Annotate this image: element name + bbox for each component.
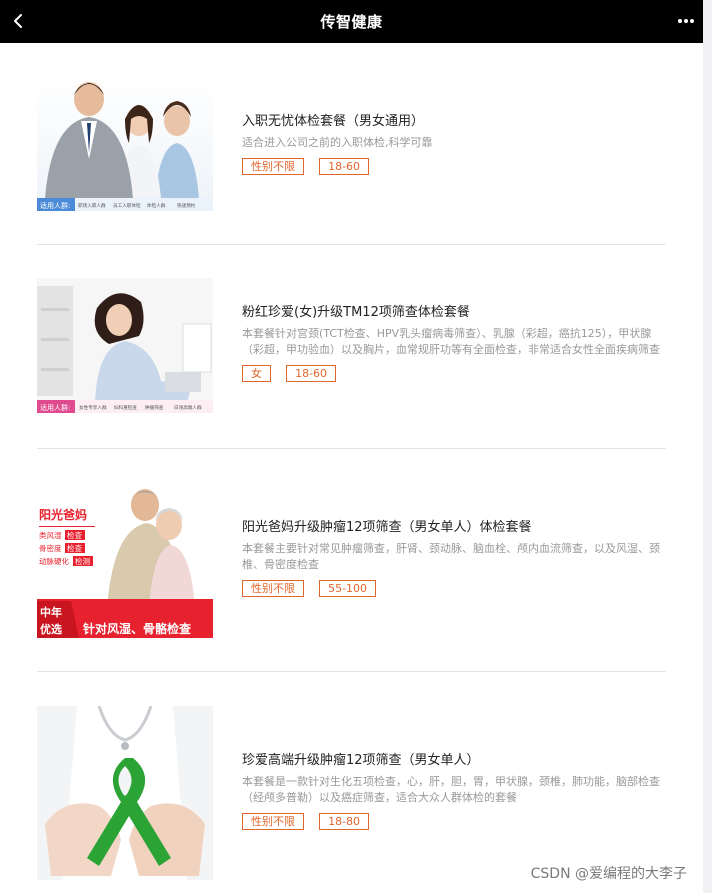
svg-text:女性专享人群: 女性专享人群 — [79, 404, 107, 411]
age-tag: 55-100 — [319, 580, 377, 597]
package-item[interactable]: 珍爱高端升级肿瘤12项筛查（男女单人） 本套餐是一款针对生化五项检查，心，肝，胆… — [37, 706, 666, 880]
package-desc: 本套餐主要针对常见肿瘤筛查，肝肾、颈动脉、脑血栓、颅内血流筛查，以及风湿、颈椎、… — [242, 542, 660, 571]
age-tag: 18-60 — [319, 158, 370, 175]
svg-text:检测: 检测 — [75, 556, 90, 566]
package-info: 阳光爸妈升级肿瘤12项筛查（男女单人）体检套餐 本套餐主要针对常见肿瘤筛查，肝肾… — [242, 519, 666, 598]
package-image: 阳光爸妈 类风湿 检查 骨密度 检查 动脉硬化 检测 中年 优选 针对风湿、骨骼… — [37, 483, 213, 638]
more-dots-icon[interactable] — [677, 15, 695, 27]
divider — [37, 244, 666, 245]
package-name: 阳光爸妈升级肿瘤12项筛查（男女单人）体检套餐 — [242, 520, 532, 535]
package-tags: 性别不限 18-60 — [242, 158, 666, 176]
package-name: 珍爱高端升级肿瘤12项筛查（男女单人） — [242, 753, 480, 768]
svg-text:中年: 中年 — [40, 605, 62, 619]
svg-text:白领高端人群: 白领高端人群 — [174, 404, 202, 411]
top-bar: 传智健康 — [0, 0, 703, 43]
gender-tag: 性别不限 — [242, 813, 304, 830]
svg-text:动脉硬化: 动脉硬化 — [39, 556, 69, 566]
package-image: 适用人群: 职场入职人群 员工入职体检 体检人群 快速预约 — [37, 77, 213, 211]
svg-text:员工入职体检: 员工入职体检 — [113, 202, 141, 209]
watermark: CSDN @爱编程的大李子 — [530, 866, 687, 882]
package-image: 适用人群: 女性专享人群 妇科重检查 肿瘤筛查 白领高端人群 — [37, 278, 213, 413]
package-tags: 性别不限 18-80 — [242, 813, 666, 831]
package-image — [37, 706, 213, 880]
package-info: 入职无忧体检套餐（男女通用） 适合进入公司之前的入职体检,科学可靠 性别不限 1… — [242, 113, 666, 176]
package-item[interactable]: 阳光爸妈 类风湿 检查 骨密度 检查 动脉硬化 检测 中年 优选 针对风湿、骨骼… — [37, 483, 666, 638]
svg-text:快速预约: 快速预约 — [177, 202, 196, 209]
svg-text:肿瘤筛查: 肿瘤筛查 — [145, 404, 164, 411]
svg-text:骨密度: 骨密度 — [39, 543, 62, 553]
svg-text:职场入职人群: 职场入职人群 — [78, 202, 106, 209]
package-tags: 女 18-60 — [242, 365, 666, 383]
package-item[interactable]: 适用人群: 职场入职人群 员工入职体检 体检人群 快速预约 入职无忧体检套餐（男… — [37, 77, 666, 211]
gender-tag: 女 — [242, 365, 271, 382]
package-info: 粉红珍爱(女)升级TM12项筛查体检套餐 本套餐针对宫颈(TCT检查、HPV乳头… — [242, 304, 666, 383]
package-name: 粉红珍爱(女)升级TM12项筛查体检套餐 — [242, 305, 470, 320]
package-tags: 性别不限 55-100 — [242, 580, 666, 598]
package-name: 入职无忧体检套餐（男女通用） — [242, 114, 425, 129]
scrollbar[interactable] — [703, 0, 712, 893]
poster-headline: 阳光爸妈 — [39, 507, 87, 522]
banner-label: 适用人群: — [40, 201, 70, 210]
svg-text:检查: 检查 — [67, 543, 82, 553]
page: 传智健康 适用人群: 职场入职人群 员工入职体检 体检人群 快速预约 入职无忧体… — [0, 0, 703, 893]
package-info: 珍爱高端升级肿瘤12项筛查（男女单人） 本套餐是一款针对生化五项检查，心，肝，胆… — [242, 752, 666, 831]
page-title: 传智健康 — [320, 13, 383, 31]
age-tag: 18-80 — [319, 813, 370, 830]
age-tag: 18-60 — [286, 365, 337, 382]
svg-text:优选: 优选 — [40, 622, 62, 636]
gender-tag: 性别不限 — [242, 580, 304, 597]
gender-tag: 性别不限 — [242, 158, 304, 175]
banner-label: 适用人群: — [40, 403, 70, 412]
svg-text:类风湿: 类风湿 — [39, 530, 62, 540]
package-desc: 适合进入公司之前的入职体检,科学可靠 — [242, 136, 433, 149]
divider — [37, 448, 666, 449]
divider — [37, 671, 666, 672]
svg-text:体检人群: 体检人群 — [147, 202, 166, 209]
package-desc: 本套餐针对宫颈(TCT检查、HPV乳头瘤病毒筛查）、乳腺（彩超，癌抗125），甲… — [242, 327, 660, 356]
svg-text:妇科重检查: 妇科重检查 — [114, 404, 137, 411]
package-item[interactable]: 适用人群: 女性专享人群 妇科重检查 肿瘤筛查 白领高端人群 粉红珍爱(女)升级… — [37, 278, 666, 413]
poster-slogan: 针对风湿、骨骼检查 — [83, 621, 192, 636]
package-desc: 本套餐是一款针对生化五项检查，心，肝，胆，胃，甲状腺，颈椎，肺功能，脑部检查（经… — [242, 775, 660, 804]
svg-text:检查: 检查 — [67, 530, 82, 540]
